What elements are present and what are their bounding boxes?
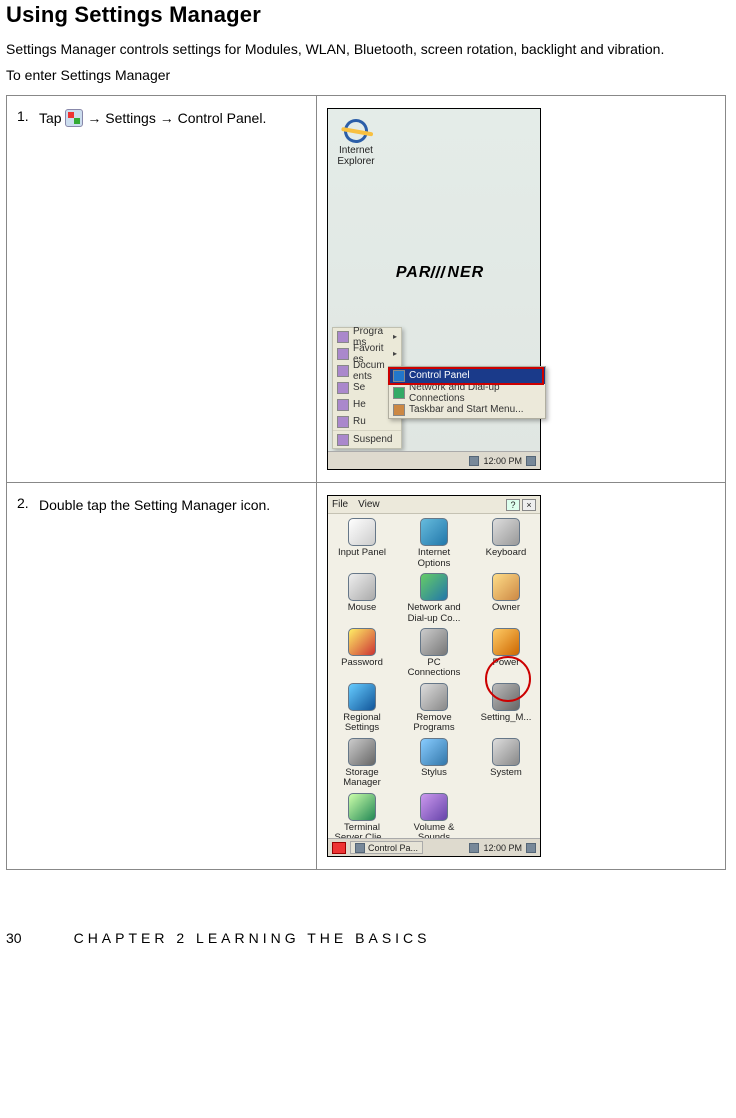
intro-text: Settings Manager controls settings for M… — [6, 40, 726, 60]
taskbar-time: 12:00 PM — [483, 456, 522, 466]
submenu-network[interactable]: Network and Dial-up Connections — [389, 384, 545, 401]
cp-power[interactable]: Power — [474, 628, 538, 679]
settings-submenu: Control Panel Network and Dial-up Connec… — [388, 366, 546, 419]
cp-pc-connections[interactable]: PC Connections — [402, 628, 466, 679]
cp-network[interactable]: Network and Dial-up Co... — [402, 573, 466, 624]
cp-stylus[interactable]: Stylus — [402, 738, 466, 789]
cp-terminal[interactable]: Terminal Server Clie... — [330, 793, 394, 844]
control-panel-grid: Input Panel Internet Options Keyboard Mo… — [328, 514, 540, 838]
taskbar: 12:00 PM — [328, 451, 540, 469]
page-heading: Using Settings Manager — [6, 2, 726, 28]
partner-logo: PARNER — [370, 264, 510, 282]
step-2-text: Double tap the Setting Manager icon. — [39, 495, 306, 516]
step-1-number: 1. — [17, 108, 39, 124]
page-number: 30 — [6, 930, 22, 946]
menubar: File View ? × — [328, 496, 540, 514]
tray-icon — [469, 456, 479, 466]
start-icon — [65, 109, 83, 127]
tray-icon-b — [526, 843, 536, 853]
step-2-number: 2. — [17, 495, 39, 511]
cp-password[interactable]: Password — [330, 628, 394, 679]
submenu-taskbar[interactable]: Taskbar and Start Menu... — [389, 401, 545, 418]
cp-input-panel[interactable]: Input Panel — [330, 518, 394, 569]
cp-setting-m[interactable]: Setting_M... — [474, 683, 538, 734]
screenshot-1: Internet Explorer PARNER Programs Favori… — [327, 108, 541, 470]
menu-suspend[interactable]: Suspend — [333, 431, 401, 448]
chapter-label: CHAPTER 2 LEARNING THE BASICS — [74, 930, 431, 946]
step-1-image-cell: Internet Explorer PARNER Programs Favori… — [317, 96, 726, 483]
cp-regional[interactable]: Regional Settings — [330, 683, 394, 734]
taskbar-2: Control Pa... 12:00 PM — [328, 838, 540, 856]
cp-mouse[interactable]: Mouse — [330, 573, 394, 624]
menu-view[interactable]: View — [358, 499, 380, 510]
step-1-text: Tap → Settings → Control Panel. — [39, 108, 306, 129]
cp-internet-options[interactable]: Internet Options — [402, 518, 466, 569]
tray-icon-a — [469, 843, 479, 853]
cp-keyboard[interactable]: Keyboard — [474, 518, 538, 569]
taskbar-task[interactable]: Control Pa... — [350, 841, 423, 854]
steps-table: 1. Tap → Settings → Control Panel. Inter… — [6, 95, 726, 870]
cp-owner[interactable]: Owner — [474, 573, 538, 624]
cp-system[interactable]: System — [474, 738, 538, 789]
cp-volume[interactable]: Volume & Sounds — [402, 793, 466, 844]
cp-remove[interactable]: Remove Programs — [402, 683, 466, 734]
help-icon[interactable]: ? — [506, 499, 520, 511]
start-button[interactable] — [332, 842, 346, 854]
sub-text: To enter Settings Manager — [6, 66, 726, 86]
menu-file[interactable]: File — [332, 499, 348, 510]
step-1-cell: 1. Tap → Settings → Control Panel. — [7, 96, 317, 483]
cp-storage[interactable]: Storage Manager — [330, 738, 394, 789]
close-icon[interactable]: × — [522, 499, 536, 511]
screenshot-2: File View ? × Input Panel Internet Optio… — [327, 495, 541, 857]
taskbar2-time: 12:00 PM — [483, 843, 522, 853]
ie-icon: Internet Explorer — [336, 119, 376, 167]
tray-icon-2 — [526, 456, 536, 466]
step-2-cell: 2. Double tap the Setting Manager icon. — [7, 483, 317, 870]
step-2-image-cell: File View ? × Input Panel Internet Optio… — [317, 483, 726, 870]
footer: 30 CHAPTER 2 LEARNING THE BASICS — [6, 930, 726, 956]
